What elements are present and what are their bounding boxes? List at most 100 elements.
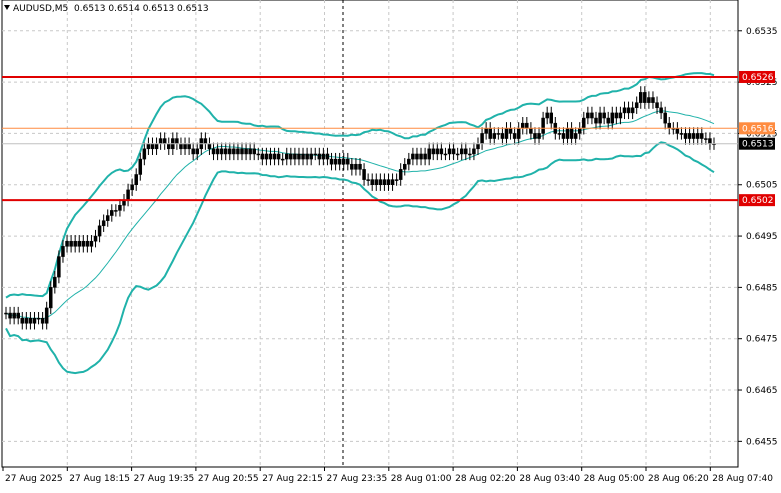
candle-body: [150, 143, 155, 150]
candle-body: [614, 112, 619, 119]
candle-body: [386, 179, 391, 185]
candle-body: [77, 240, 81, 247]
dropdown-triangle-icon[interactable]: [4, 5, 10, 10]
candle-body: [549, 112, 553, 124]
candle-body: [215, 148, 220, 155]
candle-body: [476, 143, 480, 150]
candle-body: [415, 153, 419, 160]
candle-body: [321, 153, 326, 160]
candle-body: [309, 153, 313, 160]
candle-body: [85, 240, 90, 247]
candle-body: [663, 112, 667, 124]
candle-body: [236, 148, 240, 155]
x-tick-label: 27 Aug 18:15: [69, 474, 130, 484]
y-tick-label: 0.6495: [746, 232, 778, 242]
candle-body: [65, 240, 69, 247]
candle-body: [8, 312, 12, 319]
candle-body: [341, 158, 346, 165]
candle-body: [695, 133, 700, 139]
y-tick-label: 0.6455: [746, 437, 778, 447]
candle-body: [687, 133, 692, 139]
candle-body: [366, 179, 370, 181]
x-tick-label: 28 Aug 03:40: [519, 474, 580, 484]
candle-body: [573, 133, 578, 139]
candle-body: [362, 169, 366, 180]
candle-body: [268, 153, 273, 160]
candle-body: [468, 153, 472, 156]
candle-body: [272, 153, 277, 160]
candle-body: [16, 312, 20, 319]
candle-body: [472, 148, 476, 155]
x-tick-label: 27 Aug 20:55: [198, 474, 259, 484]
candle-body: [325, 153, 330, 160]
chart-area[interactable]: 0.6535 0.6525 0.6515 0.6505 0.6495 0.6485 0.64…: [0, 0, 781, 489]
candle-body: [183, 143, 187, 150]
candle-body: [639, 92, 643, 103]
candle-body: [427, 148, 431, 160]
candle-body: [516, 128, 521, 139]
candle-body: [40, 317, 45, 324]
candle-body: [24, 317, 29, 324]
candle-body: [36, 317, 41, 320]
candle-body: [647, 97, 651, 103]
candle-body: [280, 158, 285, 161]
candle-body: [659, 107, 663, 114]
candle-body: [118, 205, 122, 211]
candle-body: [704, 138, 708, 140]
candle-body: [187, 143, 191, 150]
candle-body: [12, 312, 16, 319]
candle-body: [329, 158, 334, 165]
candle-body: [57, 256, 61, 278]
candle-body: [44, 307, 49, 324]
x-tick-label: 28 Aug 05:00: [584, 474, 645, 484]
price-level-label: 0.6526: [742, 73, 774, 83]
candle-body: [586, 112, 590, 119]
candle-body: [541, 117, 545, 134]
candle-body: [431, 148, 435, 155]
candle-body: [167, 143, 171, 150]
candle-body: [146, 143, 151, 150]
x-tick-label: 28 Aug 07:40: [712, 474, 773, 484]
x-tick-label: 27 Aug 23:35: [327, 474, 388, 484]
y-tick-label: 0.6535: [746, 27, 778, 37]
candle-body: [276, 153, 281, 160]
candle-body: [577, 128, 582, 134]
candle-body: [354, 163, 358, 170]
candle-body: [89, 240, 94, 247]
candle-body: [73, 240, 77, 247]
candle-body: [211, 148, 216, 155]
candle-body: [285, 153, 289, 160]
candle-body: [634, 102, 639, 109]
candle-body: [175, 138, 179, 144]
candle-body: [455, 153, 460, 156]
y-tick-label: 0.6465: [746, 386, 778, 396]
x-tick-label: 27 Aug 22:15: [262, 474, 323, 484]
x-tick-label: 27 Aug 2025: [5, 474, 63, 484]
candle-body: [195, 148, 199, 155]
candle-body: [191, 148, 195, 155]
candle-body: [203, 138, 208, 144]
candle-body: [350, 163, 354, 170]
symbol-label: AUDUSD,M5: [13, 4, 69, 14]
candle-body: [691, 133, 696, 139]
candle-body: [610, 112, 615, 124]
candle-body: [207, 143, 212, 150]
candle-body: [675, 128, 680, 134]
candle-body: [594, 117, 598, 124]
chart-header: AUDUSD,M5 0.6513 0.6514 0.6513 0.6513: [4, 4, 209, 14]
candle-body: [69, 240, 73, 247]
plot-frame: [1, 0, 739, 468]
candle-body: [130, 184, 134, 191]
candle-body: [492, 133, 497, 139]
candle-body: [228, 148, 232, 155]
price-level-label: 0.6502: [742, 196, 774, 206]
candle-body: [333, 158, 338, 165]
candle-body: [134, 174, 138, 185]
candle-body: [4, 312, 8, 315]
candle-body: [223, 148, 228, 155]
candle-body: [378, 179, 383, 185]
candle-body: [158, 138, 163, 144]
candle-body: [708, 138, 712, 144]
candle-body: [622, 107, 627, 114]
candle-body: [643, 92, 647, 103]
